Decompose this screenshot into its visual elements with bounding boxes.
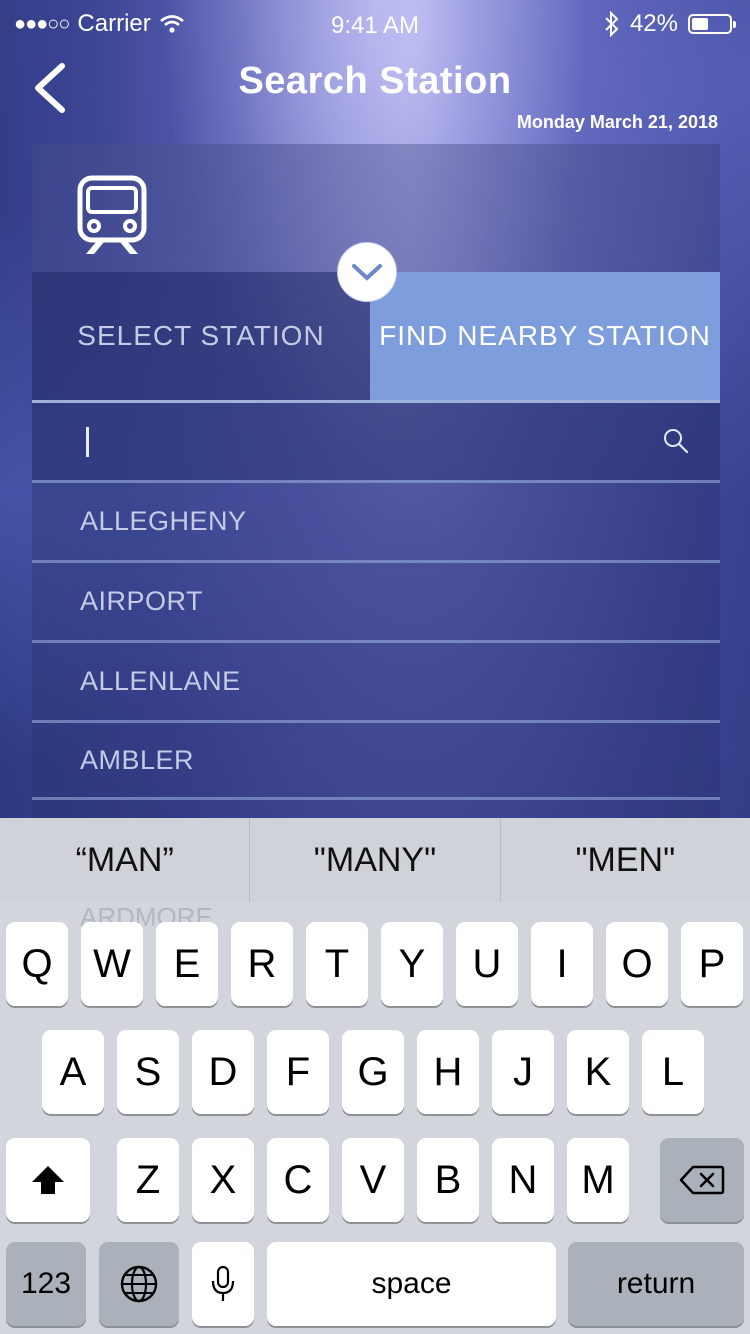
- key-l[interactable]: L: [642, 1030, 704, 1114]
- station-item[interactable]: AIRPORT: [32, 560, 720, 640]
- toggle-button[interactable]: [337, 242, 397, 302]
- chevron-down-icon: [352, 264, 382, 281]
- key-r[interactable]: R: [231, 922, 293, 1006]
- key-a[interactable]: A: [42, 1030, 104, 1114]
- globe-key[interactable]: [99, 1242, 179, 1326]
- key-m[interactable]: M: [567, 1138, 629, 1222]
- battery-percent: 42%: [629, 10, 678, 37]
- page-title: Search Station: [238, 60, 512, 102]
- status-bar: ●●●○○ Carrier 9:41 AM 42%: [0, 0, 750, 40]
- key-e[interactable]: E: [156, 922, 218, 1006]
- microphone-key[interactable]: [192, 1242, 254, 1326]
- key-g[interactable]: G: [342, 1030, 404, 1114]
- suggestion-1[interactable]: “MAN”: [0, 818, 251, 902]
- bluetooth-icon: [605, 11, 619, 37]
- suggestion-2[interactable]: "MANY": [250, 818, 501, 902]
- key-i[interactable]: I: [531, 922, 593, 1006]
- battery-icon: [688, 14, 736, 34]
- shift-key[interactable]: [6, 1138, 90, 1222]
- key-z[interactable]: Z: [117, 1138, 179, 1222]
- tab-select-station[interactable]: SELECT STATION: [32, 272, 370, 400]
- key-f[interactable]: F: [267, 1030, 329, 1114]
- key-d[interactable]: D: [192, 1030, 254, 1114]
- key-b[interactable]: B: [417, 1138, 479, 1222]
- microphone-icon: [211, 1265, 235, 1301]
- key-v[interactable]: V: [342, 1138, 404, 1222]
- station-list: ALLEGHENY AIRPORT ALLENLANE AMBLER: [32, 480, 720, 800]
- search-bar: [32, 400, 720, 480]
- key-q[interactable]: Q: [6, 922, 68, 1006]
- key-o[interactable]: O: [606, 922, 668, 1006]
- station-card: SELECT STATION FIND NEARBY STATION ALLEG…: [32, 144, 720, 818]
- date-label: Monday March 21, 2018: [516, 112, 718, 132]
- status-right: 42%: [604, 10, 736, 38]
- key-s[interactable]: S: [117, 1030, 179, 1114]
- text-caret: [86, 427, 89, 457]
- return-key[interactable]: return: [568, 1242, 744, 1326]
- key-t[interactable]: T: [306, 922, 368, 1006]
- key-p[interactable]: P: [681, 922, 743, 1006]
- search-icon[interactable]: [662, 427, 690, 455]
- shift-icon: [32, 1166, 64, 1194]
- key-w[interactable]: W: [81, 922, 143, 1006]
- key-j[interactable]: J: [492, 1030, 554, 1114]
- keyboard: “MAN” "MANY" "MEN" ARDMORE Q W E R T Y U…: [0, 818, 750, 1334]
- key-n[interactable]: N: [492, 1138, 554, 1222]
- station-item[interactable]: AMBLER: [32, 720, 720, 800]
- key-k[interactable]: K: [567, 1030, 629, 1114]
- suggestion-3[interactable]: "MEN": [501, 818, 750, 902]
- search-input[interactable]: [92, 421, 656, 463]
- tab-find-nearby-station[interactable]: FIND NEARBY STATION: [370, 272, 720, 400]
- space-key[interactable]: space: [267, 1242, 556, 1326]
- backspace-icon: [679, 1165, 725, 1195]
- numbers-key[interactable]: 123: [6, 1242, 86, 1326]
- backspace-key[interactable]: [660, 1138, 744, 1222]
- key-h[interactable]: H: [417, 1030, 479, 1114]
- key-c[interactable]: C: [267, 1138, 329, 1222]
- key-x[interactable]: X: [192, 1138, 254, 1222]
- station-item[interactable]: ALLEGHENY: [32, 480, 720, 560]
- key-u[interactable]: U: [456, 922, 518, 1006]
- station-item[interactable]: ALLENLANE: [32, 640, 720, 720]
- globe-icon: [120, 1265, 158, 1303]
- key-y[interactable]: Y: [381, 922, 443, 1006]
- train-icon: [77, 175, 147, 254]
- suggestion-bar: “MAN” "MANY" "MEN": [0, 818, 750, 902]
